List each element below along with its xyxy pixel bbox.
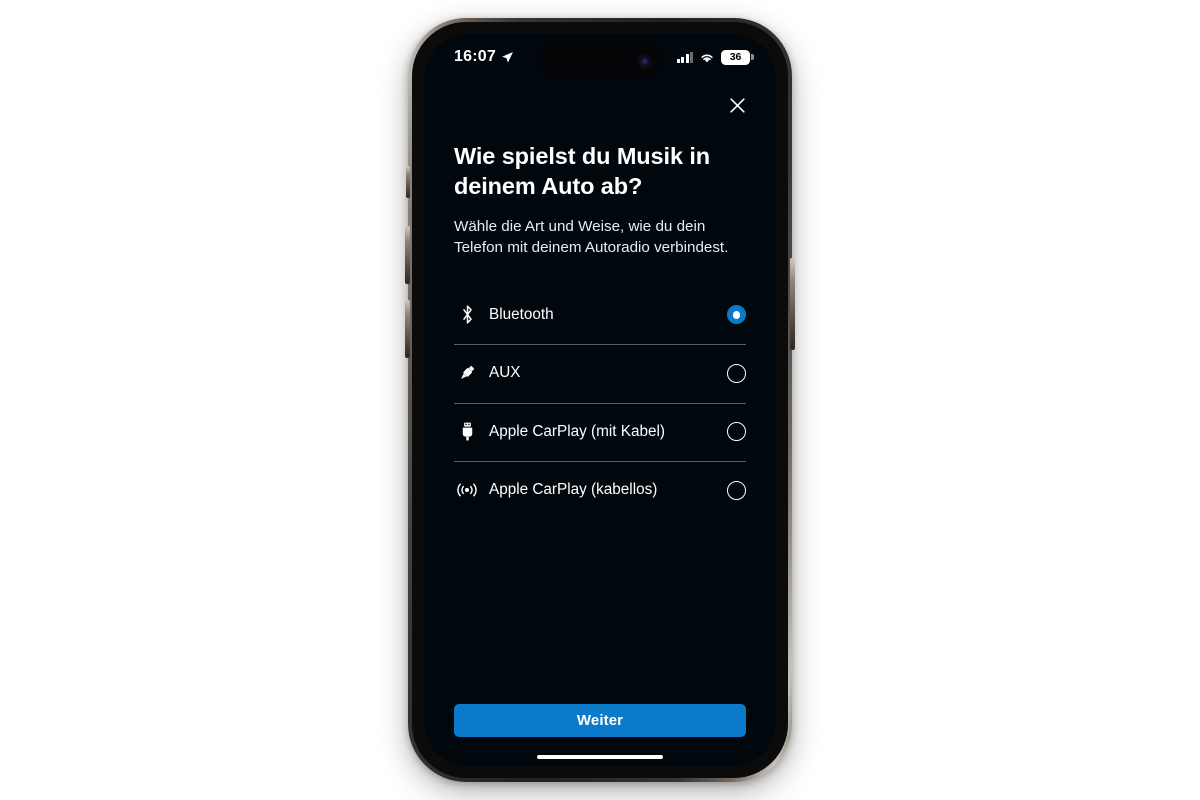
connection-options-list: Bluetooth AUX Apple CarPlay (mit Kabel) … — [424, 286, 776, 520]
phone-device-frame: 16:07 36 Wie spielst du Musik in deinem … — [405, 18, 795, 782]
cellular-signal-icon — [676, 51, 693, 63]
close-row — [424, 80, 776, 124]
dynamic-island — [539, 45, 661, 78]
page-subtitle: Wähle die Art und Weise, wie du dein Tel… — [454, 217, 729, 256]
home-indicator[interactable] — [537, 754, 663, 759]
close-icon — [729, 97, 745, 113]
radio-carplay-wired[interactable] — [727, 422, 746, 442]
bluetooth-icon — [454, 304, 480, 325]
phone-screen: 16:07 36 Wie spielst du Musik in deinem … — [424, 34, 776, 766]
phone-bezel: 16:07 36 Wie spielst du Musik in deinem … — [412, 22, 788, 778]
front-camera-icon — [637, 54, 652, 69]
radio-aux[interactable] — [727, 363, 746, 383]
option-row-bluetooth[interactable]: Bluetooth — [454, 286, 746, 345]
close-button[interactable] — [722, 90, 752, 120]
option-row-aux[interactable]: AUX — [454, 344, 746, 403]
headings-block: Wie spielst du Musik in deinem Auto ab? … — [424, 124, 776, 259]
option-label-carplay-wireless: Apple CarPlay (kabellos) — [489, 481, 658, 499]
option-row-carplay-wired[interactable]: Apple CarPlay (mit Kabel) — [454, 402, 746, 462]
radio-carplay-wireless[interactable] — [727, 480, 746, 500]
continue-button[interactable]: Weiter — [454, 703, 746, 737]
status-bar-indicators: 36 — [676, 49, 754, 65]
cta-container: Weiter — [424, 703, 776, 755]
option-label-bluetooth: Bluetooth — [489, 305, 554, 323]
wireless-broadcast-icon — [454, 481, 480, 499]
status-bar-time: 16:07 — [454, 48, 496, 65]
battery-level-label: 36 — [729, 50, 742, 63]
radio-bluetooth[interactable] — [727, 305, 746, 325]
screenshot-canvas: 16:07 36 Wie spielst du Musik in deinem … — [0, 0, 1200, 800]
power-button[interactable] — [790, 258, 795, 350]
volume-up-button[interactable] — [405, 226, 410, 284]
silence-switch-button[interactable] — [406, 166, 410, 198]
app-content: Wie spielst du Musik in deinem Auto ab? … — [424, 80, 776, 766]
aux-plug-icon — [454, 363, 480, 383]
option-label-carplay-wired: Apple CarPlay (mit Kabel) — [489, 422, 665, 440]
status-bar-time-group: 16:07 — [454, 48, 514, 66]
volume-down-button[interactable] — [405, 300, 410, 358]
wifi-icon — [701, 54, 713, 62]
usb-connector-icon — [454, 421, 480, 442]
option-row-carplay-wireless[interactable]: Apple CarPlay (kabellos) — [454, 461, 746, 520]
location-arrow-icon — [502, 51, 513, 63]
option-label-aux: AUX — [489, 364, 521, 382]
page-title: Wie spielst du Musik in deinem Auto ab? — [454, 143, 711, 199]
battery-icon: 36 — [721, 49, 754, 65]
